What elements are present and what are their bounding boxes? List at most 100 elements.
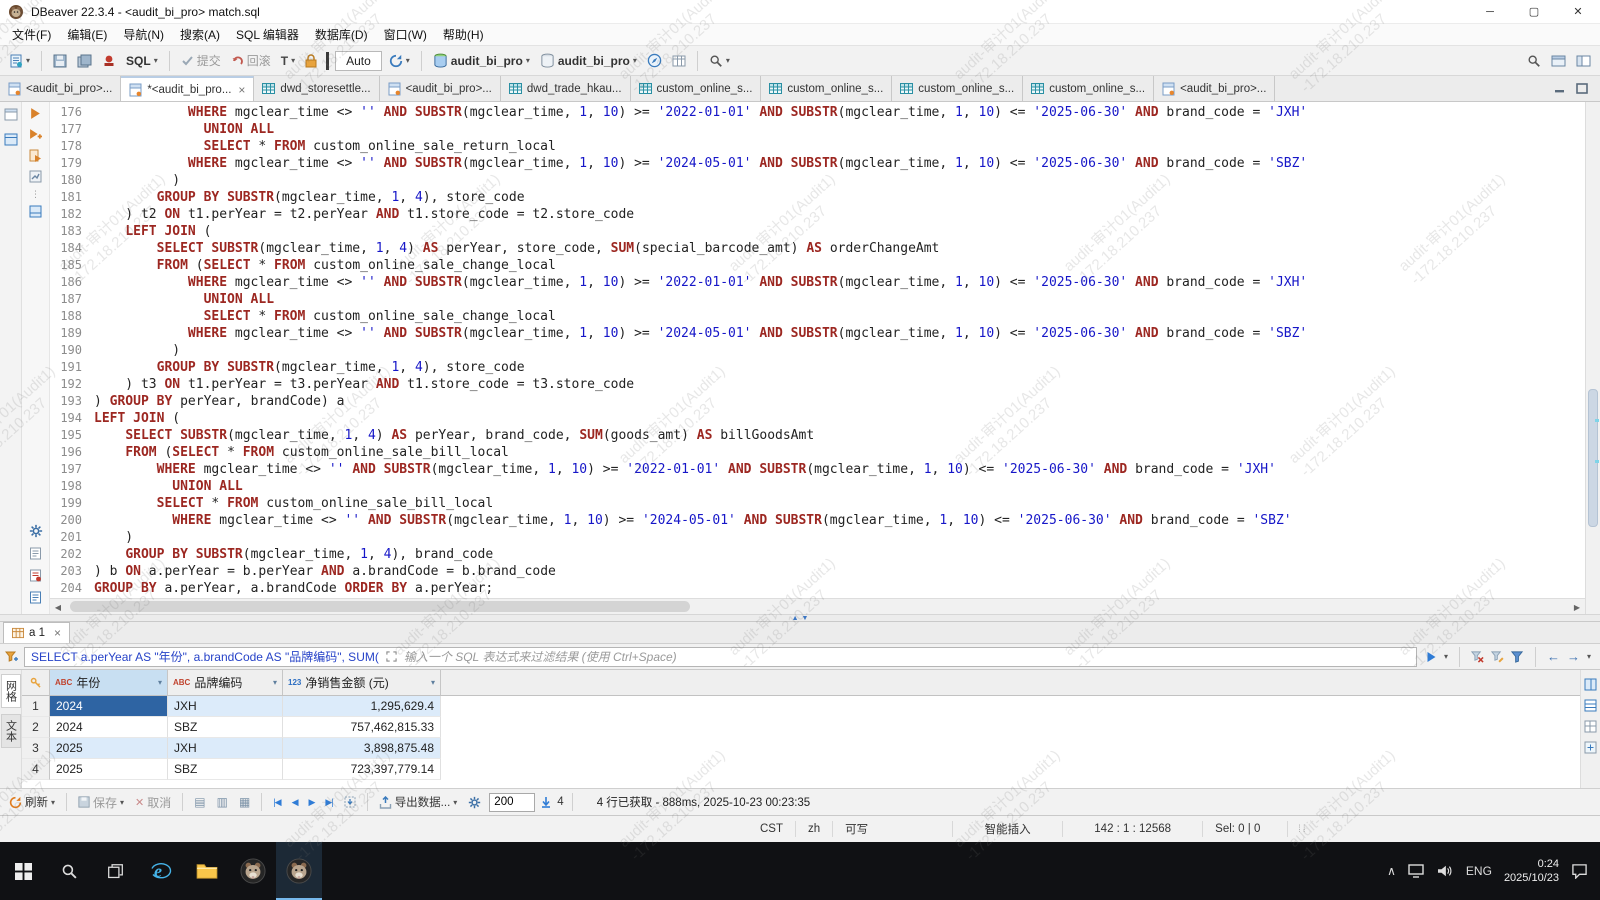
menu-item[interactable]: 数据库(D) bbox=[307, 26, 376, 43]
code-text[interactable]: GROUP BY SUBSTR(mgclear_time, 1, 4), sto… bbox=[94, 189, 525, 206]
grid-settings-gear-icon[interactable] bbox=[465, 794, 484, 811]
refresh-button[interactable]: 刷新 ▾ bbox=[6, 792, 58, 812]
next-row-icon[interactable]: ▶ bbox=[306, 795, 318, 810]
commit-button[interactable]: 提交 bbox=[178, 50, 224, 71]
editor-tab[interactable]: custom_online_s... bbox=[892, 76, 1023, 101]
code-text[interactable]: LEFT JOIN ( bbox=[94, 223, 211, 240]
table-cell[interactable]: 2025 bbox=[50, 759, 168, 780]
table-cell[interactable]: 2024 bbox=[50, 717, 168, 738]
caret-position-indicator[interactable]: 142 : 1 : 12568 bbox=[1063, 821, 1203, 837]
column-header[interactable]: 123净销售金额 (元)▾ bbox=[283, 670, 441, 695]
calc-panel-icon[interactable] bbox=[1584, 741, 1597, 754]
table-cell[interactable]: 2024 bbox=[50, 696, 168, 717]
filter-icon[interactable] bbox=[5, 650, 19, 664]
add-row-icon[interactable]: ▤ bbox=[191, 793, 208, 811]
editor-tab[interactable]: custom_online_s... bbox=[631, 76, 762, 101]
minimize-editor-icon[interactable] bbox=[1554, 83, 1566, 94]
table-cell[interactable]: 757,462,815.33 bbox=[283, 717, 441, 738]
filter-dropdown-icon[interactable]: ▾ bbox=[158, 678, 162, 687]
maximize-editor-icon[interactable] bbox=[1576, 83, 1588, 94]
schema-selector[interactable]: audit_bi_pro ▾ bbox=[537, 51, 640, 70]
prev-row-icon[interactable]: ◀ bbox=[289, 795, 301, 810]
maximize-button[interactable]: ▢ bbox=[1512, 0, 1556, 23]
code-text[interactable]: WHERE mgclear_time <> '' AND SUBSTR(mgcl… bbox=[94, 274, 1307, 291]
editor-hscrollbar[interactable]: ◀ ▶ bbox=[50, 598, 1585, 614]
tab-close-icon[interactable]: × bbox=[238, 83, 245, 97]
code-text[interactable]: WHERE mgclear_time <> '' AND SUBSTR(mgcl… bbox=[94, 104, 1307, 121]
table-cell[interactable]: JXH bbox=[168, 738, 283, 759]
editor-vscrollbar[interactable] bbox=[1585, 102, 1600, 614]
code-text[interactable]: SELECT * FROM custom_online_sale_change_… bbox=[94, 308, 556, 325]
collapse-up-icon[interactable]: ▲ bbox=[792, 615, 799, 622]
table-cell[interactable]: SBZ bbox=[168, 717, 283, 738]
row-number[interactable]: 1 bbox=[22, 696, 50, 717]
code-text[interactable]: FROM (SELECT * FROM custom_online_sale_b… bbox=[94, 444, 509, 461]
collapse-down-icon[interactable]: ▼ bbox=[802, 615, 809, 622]
fetch-all-icon[interactable] bbox=[341, 794, 359, 810]
table-row[interactable]: 12024JXH1,295,629.4 bbox=[22, 696, 1580, 717]
value-panel-icon[interactable] bbox=[1584, 678, 1597, 691]
code-text[interactable]: SELECT * FROM custom_online_sale_return_… bbox=[94, 138, 556, 155]
table-row[interactable]: 32025JXH3,898,875.48 bbox=[22, 738, 1580, 759]
vscroll-thumb[interactable] bbox=[1588, 389, 1598, 527]
save-filter-icon[interactable] bbox=[1511, 650, 1524, 663]
execute-script-icon[interactable] bbox=[29, 149, 42, 162]
rownum-header[interactable] bbox=[22, 670, 50, 695]
code-text[interactable]: SELECT SUBSTR(mgclear_time, 1, 4) AS per… bbox=[94, 427, 814, 444]
table-cell[interactable]: 3,898,875.48 bbox=[283, 738, 441, 759]
save-all-button[interactable] bbox=[74, 52, 95, 70]
table-cell[interactable]: SBZ bbox=[168, 759, 283, 780]
transaction-mode-button[interactable]: T ▾ bbox=[278, 52, 298, 70]
file-explorer-icon[interactable] bbox=[184, 842, 230, 900]
editor-tab[interactable]: custom_online_s... bbox=[1023, 76, 1154, 101]
editor-results-splitter[interactable]: ▲ ▼ bbox=[0, 614, 1600, 622]
table-cell[interactable]: 1,295,629.4 bbox=[283, 696, 441, 717]
restore-navigator-icon[interactable] bbox=[4, 108, 18, 121]
editor-tab[interactable]: <audit_bi_pro>... bbox=[380, 76, 501, 101]
clear-filter-icon[interactable] bbox=[1471, 650, 1484, 663]
code-text[interactable]: UNION ALL bbox=[94, 478, 243, 495]
menu-item[interactable]: 窗口(W) bbox=[376, 26, 435, 43]
hidden-icons-chevron[interactable]: ∧ bbox=[1387, 864, 1396, 878]
search-button[interactable]: ▾ bbox=[706, 52, 733, 70]
fetch-size-input[interactable] bbox=[489, 793, 535, 812]
filter-dropdown-icon[interactable]: ▾ bbox=[431, 678, 435, 687]
table-cell[interactable]: 723,397,779.14 bbox=[283, 759, 441, 780]
apply-filter-icon[interactable] bbox=[1426, 651, 1437, 663]
start-button[interactable] bbox=[0, 842, 46, 900]
sql-panel-toggle-icon[interactable] bbox=[29, 205, 42, 218]
history-forward-icon[interactable]: → bbox=[1567, 650, 1580, 663]
perspective-icon[interactable] bbox=[1573, 52, 1594, 70]
execute-new-tab-icon[interactable] bbox=[29, 128, 42, 141]
row-number[interactable]: 3 bbox=[22, 738, 50, 759]
code-text[interactable]: GROUP BY a.perYear, a.brandCode ORDER BY… bbox=[94, 580, 493, 597]
row-number[interactable]: 4 bbox=[22, 759, 50, 780]
quick-search-icon[interactable] bbox=[1524, 52, 1544, 70]
code-text[interactable]: ) t2 ON t1.perYear = t2.perYear AND t1.s… bbox=[94, 206, 634, 223]
dbeaver-app-icon[interactable] bbox=[230, 842, 276, 900]
last-row-icon[interactable]: ▶| bbox=[322, 795, 335, 810]
scroll-right-icon[interactable]: ▶ bbox=[1569, 599, 1585, 615]
code-text[interactable]: UNION ALL bbox=[94, 291, 274, 308]
stamp-icon[interactable] bbox=[99, 52, 119, 70]
export-data-button[interactable]: 导出数据... ▾ bbox=[376, 792, 461, 812]
editor-tab[interactable]: *<audit_bi_pro...× bbox=[121, 76, 254, 101]
edit-filter-icon[interactable] bbox=[1491, 650, 1504, 663]
rollback-button[interactable]: 回滚 bbox=[228, 50, 274, 71]
menu-item[interactable]: SQL 编辑器 bbox=[228, 26, 307, 43]
column-header[interactable]: ABC品牌编码▾ bbox=[168, 670, 283, 695]
output-console-icon[interactable] bbox=[29, 547, 42, 560]
code-text[interactable]: SELECT SUBSTR(mgclear_time, 1, 4) AS per… bbox=[94, 240, 939, 257]
taskbar-search-icon[interactable] bbox=[46, 842, 92, 900]
code-text[interactable]: FROM (SELECT * FROM custom_online_sale_c… bbox=[94, 257, 556, 274]
code-text[interactable]: WHERE mgclear_time <> '' AND SUBSTR(mgcl… bbox=[94, 512, 1292, 529]
auto-commit-combo[interactable]: Auto bbox=[335, 51, 382, 71]
column-header[interactable]: ABC年份▾ bbox=[50, 670, 168, 695]
editor-tab[interactable]: custom_online_s... bbox=[761, 76, 892, 101]
filter-input[interactable]: SELECT a.perYear AS "年份", a.brandCode AS… bbox=[24, 647, 1417, 667]
close-button[interactable]: ✕ bbox=[1556, 0, 1600, 23]
execute-statement-icon[interactable] bbox=[29, 107, 42, 120]
display-tray-icon[interactable] bbox=[1408, 864, 1424, 878]
table-cell[interactable]: JXH bbox=[168, 696, 283, 717]
toolbar-drag-handle[interactable] bbox=[326, 52, 329, 70]
